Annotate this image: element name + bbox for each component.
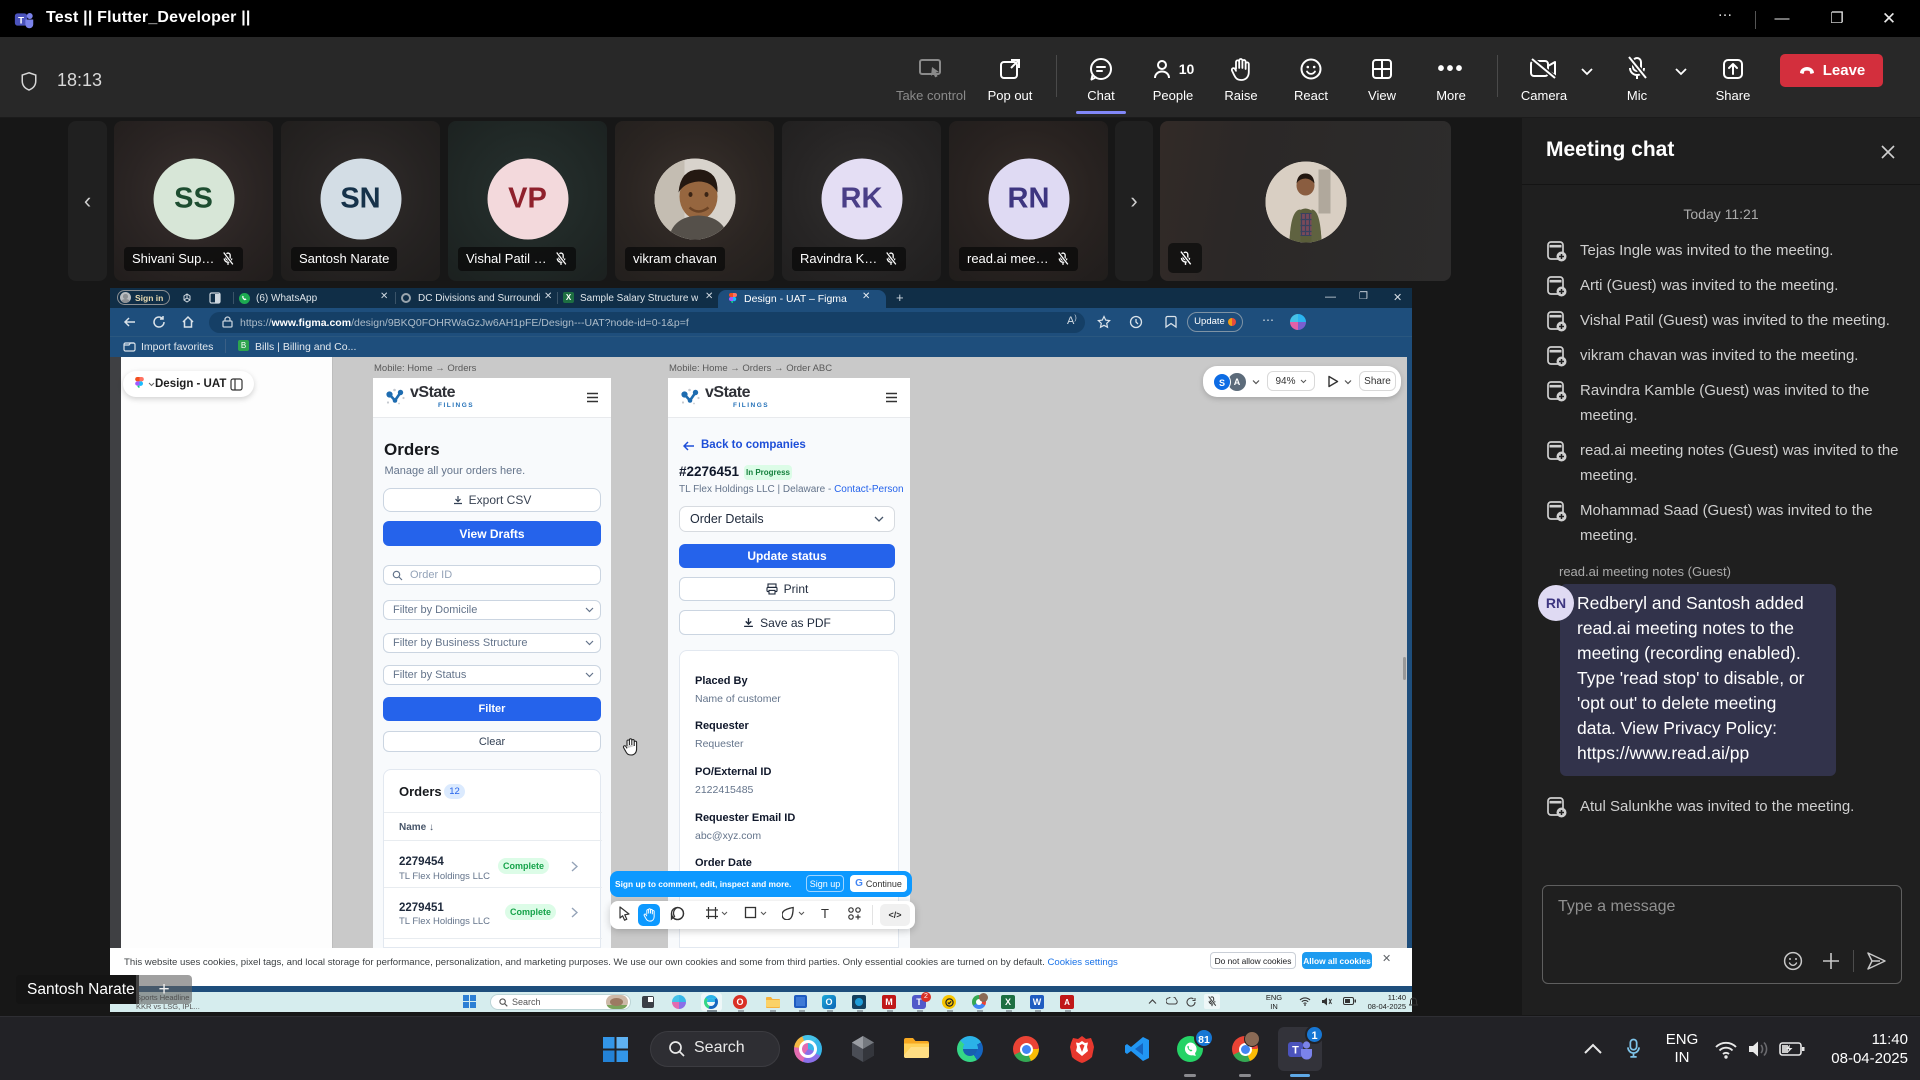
svg-text:T: T bbox=[18, 15, 24, 26]
svg-text:T: T bbox=[1292, 1045, 1299, 1057]
